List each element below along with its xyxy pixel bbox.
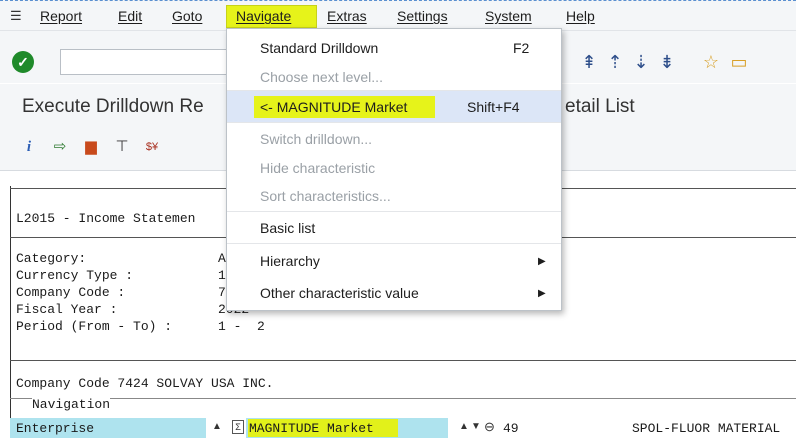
shortcut-shift-f4: Shift+F4 xyxy=(467,99,520,115)
menu-item-switch-drilldown[interactable]: Switch drilldown... xyxy=(260,131,372,147)
label-period: Period (From - To) : xyxy=(16,319,173,334)
shortcut-icon[interactable]: ▭ xyxy=(728,51,750,73)
menu-item-other-characteristic-value[interactable]: Other characteristic value xyxy=(260,285,419,301)
value-company: 7 xyxy=(218,285,226,300)
menu-item-basic-list[interactable]: Basic list xyxy=(260,220,315,236)
submenu-arrow-icon: ▶ xyxy=(538,256,546,267)
menu-help[interactable]: Help xyxy=(566,8,595,24)
command-field[interactable] xyxy=(60,49,230,75)
currency-icon[interactable]: $¥ xyxy=(142,137,162,157)
info-icon[interactable]: i xyxy=(19,137,39,157)
report-header: L2015 - Income Statemen xyxy=(16,211,196,226)
label-fiscal-year: Fiscal Year : xyxy=(16,302,118,317)
menu-item-hierarchy[interactable]: Hierarchy xyxy=(260,253,320,269)
hit-count: 49 xyxy=(503,421,519,436)
focus-dash-line xyxy=(0,0,796,1)
menu-system[interactable]: System xyxy=(485,8,532,24)
sort-up-icon[interactable]: ▲ xyxy=(459,420,469,434)
menu-goto[interactable]: Goto xyxy=(172,8,202,24)
menu-item-standard-drilldown[interactable]: Standard Drilldown xyxy=(260,40,378,56)
sort-down-icon[interactable]: ▼ xyxy=(471,420,481,434)
menu-report[interactable]: Report xyxy=(40,8,82,24)
value-period: 1 - 2 xyxy=(218,319,265,334)
value-category: A xyxy=(218,251,226,266)
new-session-icon[interactable]: ☆ xyxy=(700,51,722,73)
first-page-icon[interactable]: ⇞ xyxy=(578,51,600,73)
divider xyxy=(10,398,796,399)
totals-icon[interactable]: Σ xyxy=(232,420,244,434)
enterprise-label: Enterprise xyxy=(16,421,95,436)
menu-separator xyxy=(227,122,561,123)
label-company: Company Code : xyxy=(16,285,126,300)
enter-check-icon[interactable]: ✓ xyxy=(12,51,34,73)
menu-separator xyxy=(227,90,561,91)
menu-separator xyxy=(227,243,561,244)
next-page-icon[interactable]: ⇣ xyxy=(630,51,652,73)
menu-icon[interactable]: ☰ xyxy=(10,8,22,24)
label-category: Category: xyxy=(16,251,87,266)
menu-edit[interactable]: Edit xyxy=(118,8,142,24)
page-title-suffix: etail List xyxy=(565,96,635,117)
previous-page-icon[interactable]: ⇡ xyxy=(604,51,626,73)
graphic-icon[interactable]: ▆ xyxy=(81,137,101,157)
value-currency: 1 xyxy=(218,268,226,283)
menu-item-hide-characteristic[interactable]: Hide characteristic xyxy=(260,160,375,176)
menu-item-choose-next-level[interactable]: Choose next level... xyxy=(260,69,383,85)
page-title: Execute Drilldown Re xyxy=(22,96,204,117)
characteristic-value[interactable]: MAGNITUDE Market xyxy=(249,421,374,436)
submenu-arrow-icon: ▶ xyxy=(538,288,546,299)
divider xyxy=(10,360,796,361)
company-code-line: Company Code 7424 SOLVAY USA INC. xyxy=(16,376,274,391)
last-page-icon[interactable]: ⇟ xyxy=(656,51,678,73)
menu-item-sort-characteristics[interactable]: Sort characteristics... xyxy=(260,188,391,204)
shortcut-f2: F2 xyxy=(513,40,530,56)
menu-separator xyxy=(227,211,561,212)
zoom-icon[interactable]: ⊖ xyxy=(484,420,495,434)
menu-item-back-magnitude-market[interactable]: <- MAGNITUDE Market xyxy=(260,99,407,115)
filter-icon[interactable]: ⊤ xyxy=(112,137,132,157)
material-text: SPOL-FLUOR MATERIAL xyxy=(632,421,781,436)
sort-up-icon[interactable]: ▲ xyxy=(212,420,222,434)
menu-navigate[interactable]: Navigate xyxy=(236,8,291,24)
menu-extras[interactable]: Extras xyxy=(327,8,367,24)
menu-settings[interactable]: Settings xyxy=(397,8,448,24)
export-icon[interactable]: ⇨ xyxy=(50,137,70,157)
label-currency: Currency Type : xyxy=(16,268,134,283)
navigation-label: Navigation xyxy=(32,397,111,412)
